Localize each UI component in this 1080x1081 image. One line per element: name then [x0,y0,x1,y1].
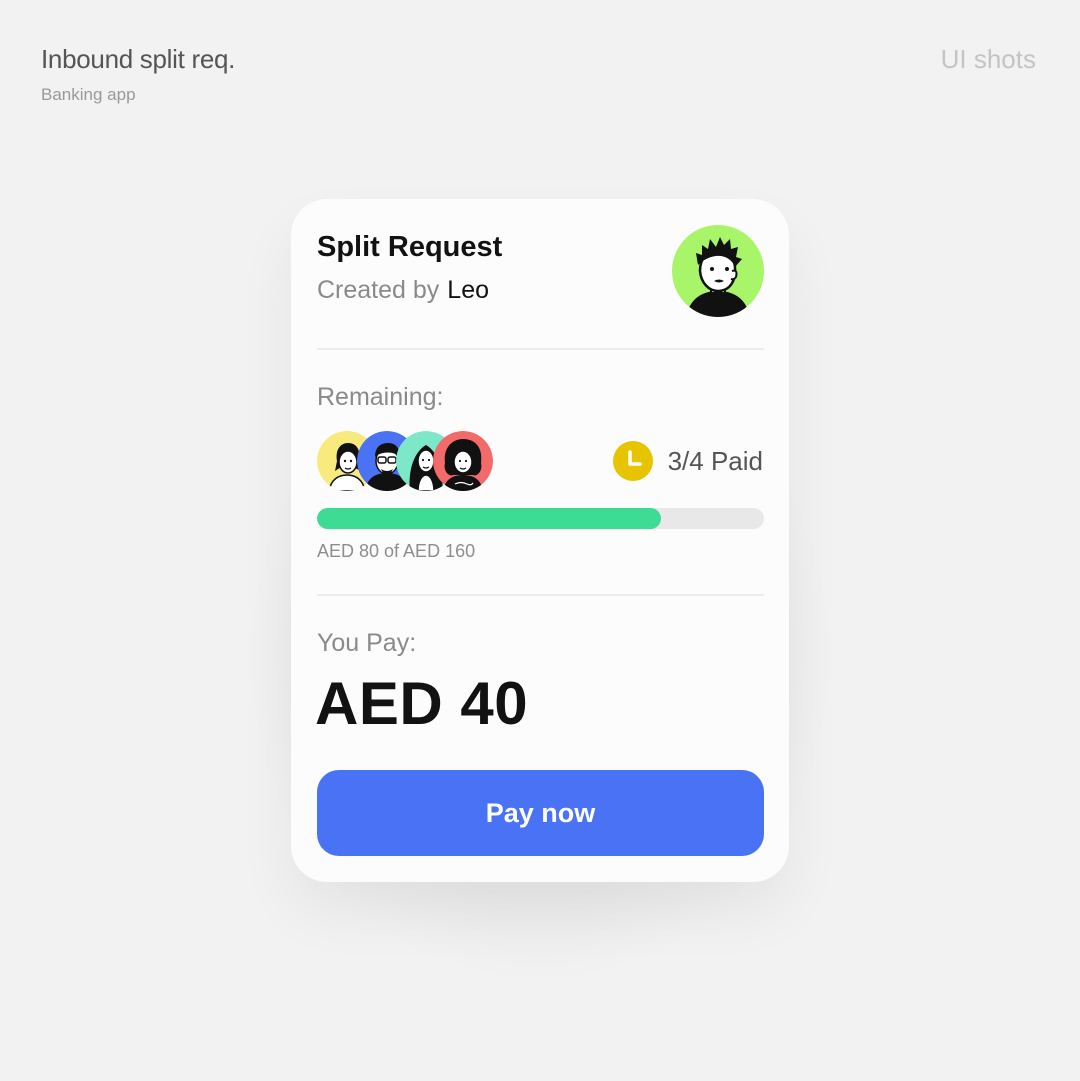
split-request-card: Split Request Created byLeo Remaining: [291,199,789,882]
remaining-label: Remaining: [317,383,444,411]
card-title: Split Request [317,231,503,263]
paid-status: 3/4 Paid [612,441,763,481]
participant-avatar[interactable] [433,431,493,491]
page-subtitle: Banking app [41,85,136,104]
page-tag: UI shots [940,44,1036,74]
page-title: Inbound split req. [41,44,236,74]
divider-bottom [317,594,764,596]
creator-name: Leo [447,276,490,304]
payment-progress-fill [317,508,662,529]
paid-status-text: 3/4 Paid [667,445,763,476]
participant-avatars [317,431,497,491]
pay-now-button[interactable]: Pay now [317,770,764,856]
created-by-row: Created by Leo [317,276,489,305]
amount-progress-text: AED 80 of AED 160 [317,541,476,561]
creator-avatar[interactable] [672,225,764,317]
clock-icon [612,441,653,481]
payment-progress-bar [317,508,764,529]
person-avatar-icon [433,431,493,491]
person-avatar-icon [686,237,750,317]
divider-top [317,348,764,350]
you-pay-label: You Pay: [317,629,417,657]
created-by-label: Created by [317,276,440,304]
you-pay-amount: AED 40 [315,670,529,737]
